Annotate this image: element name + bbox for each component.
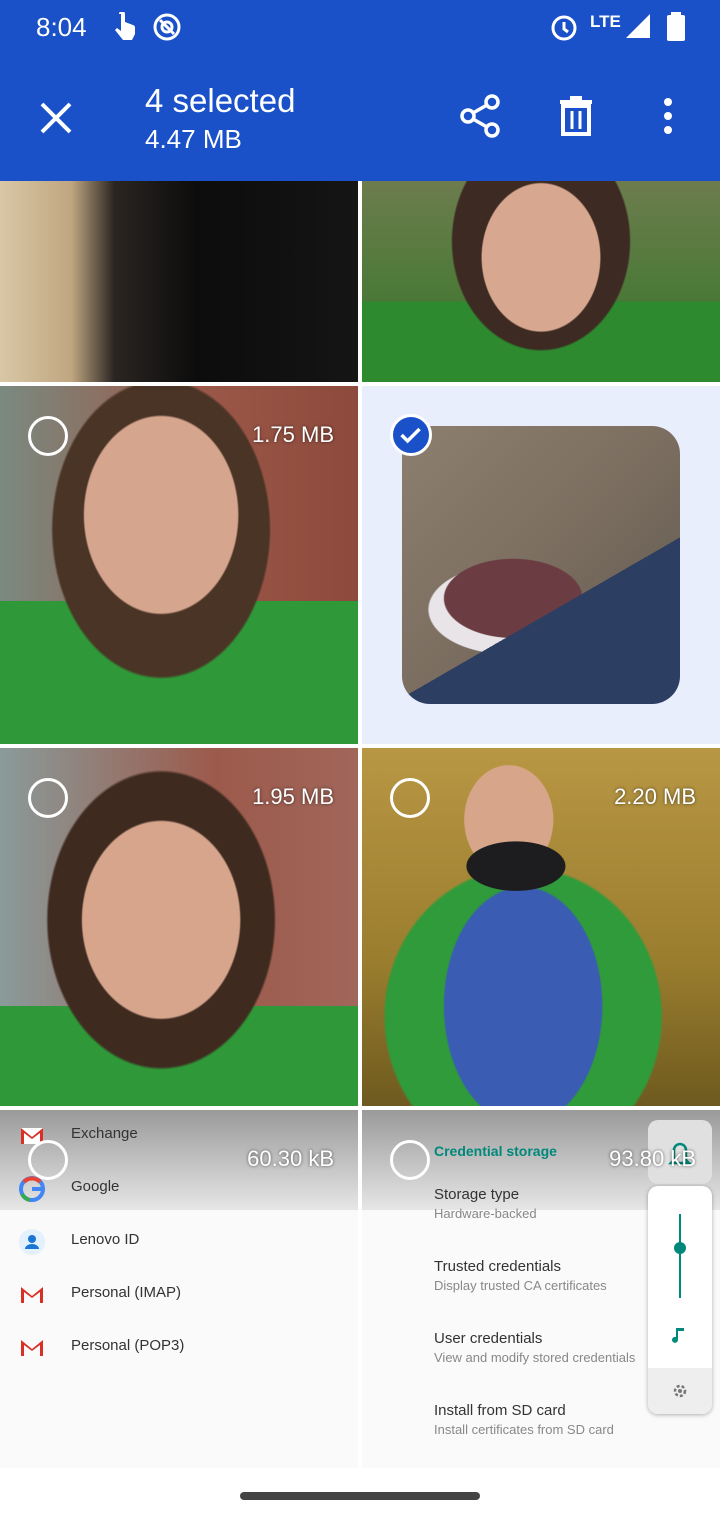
file-size-label: 1.75 MB: [252, 422, 334, 447]
gmail-icon: [21, 1340, 43, 1356]
select-circle[interactable]: [28, 416, 68, 456]
select-circle[interactable]: [390, 1140, 430, 1180]
signal-icon: [626, 14, 650, 38]
photo-thumbnail: [402, 426, 680, 704]
list-item: Trusted credentials Display trusted CA c…: [434, 1258, 607, 1293]
list-item: Storage type Hardware-backed: [434, 1186, 537, 1221]
list-item: User credentials View and modify stored …: [434, 1330, 636, 1365]
selection-size: 4.47 MB: [145, 124, 242, 154]
list-item: Personal (POP3): [0, 1322, 358, 1374]
photo-tile[interactable]: 1.75 MB: [0, 386, 358, 744]
photo-tile[interactable]: [0, 181, 358, 382]
list-item: Personal (IMAP): [0, 1269, 358, 1321]
select-circle[interactable]: [28, 778, 68, 818]
photo-tile[interactable]: 2.20 MB: [362, 748, 720, 1106]
touch-gesture-icon: [115, 12, 136, 40]
volume-settings-button[interactable]: [648, 1368, 712, 1414]
photo-thumbnail: [362, 181, 720, 382]
share-icon[interactable]: [456, 92, 504, 140]
photo-thumbnail: [0, 181, 358, 382]
app-notification-icon: [153, 13, 181, 41]
section-header: Credential storage: [434, 1143, 557, 1159]
gesture-nav-handle[interactable]: [240, 1492, 480, 1500]
volume-panel: [648, 1186, 712, 1414]
music-note-icon: [672, 1328, 684, 1343]
battery-icon: [667, 12, 685, 41]
select-circle[interactable]: [28, 1140, 68, 1180]
photo-tile[interactable]: [362, 181, 720, 382]
more-options-icon[interactable]: [644, 92, 692, 140]
alarm-icon: [551, 15, 577, 41]
list-item: Lenovo ID: [0, 1216, 358, 1268]
gmail-icon: [21, 1287, 43, 1303]
screenshot-tile[interactable]: Credential storage Storage type Hardware…: [362, 1110, 720, 1468]
status-bar: 8:04 LTE: [0, 0, 720, 56]
list-item: Install from SD card Install certificate…: [434, 1402, 614, 1437]
close-icon[interactable]: [34, 96, 78, 140]
photo-tile-selected[interactable]: [362, 386, 720, 744]
lenovo-id-icon: [19, 1229, 45, 1255]
file-size-label: 1.95 MB: [252, 784, 334, 809]
screenshot-tile[interactable]: Exchange Google Lenovo ID Personal (IMAP…: [0, 1110, 358, 1468]
delete-icon[interactable]: [552, 92, 600, 140]
file-size-label: 2.20 MB: [614, 784, 696, 809]
selection-count: 4 selected: [145, 82, 296, 119]
selection-toolbar: 4 selected 4.47 MB: [0, 56, 720, 181]
file-size-label: 93.80 kB: [609, 1146, 696, 1171]
volume-slider-track[interactable]: [679, 1214, 681, 1298]
status-time: 8:04: [36, 12, 87, 42]
network-type: LTE: [590, 12, 621, 31]
volume-slider-thumb[interactable]: [674, 1242, 686, 1254]
selected-check-icon[interactable]: [390, 414, 432, 456]
gear-icon: [673, 1384, 687, 1398]
file-size-label: 60.30 kB: [247, 1146, 334, 1171]
photo-tile[interactable]: 1.95 MB: [0, 748, 358, 1106]
select-circle[interactable]: [390, 778, 430, 818]
